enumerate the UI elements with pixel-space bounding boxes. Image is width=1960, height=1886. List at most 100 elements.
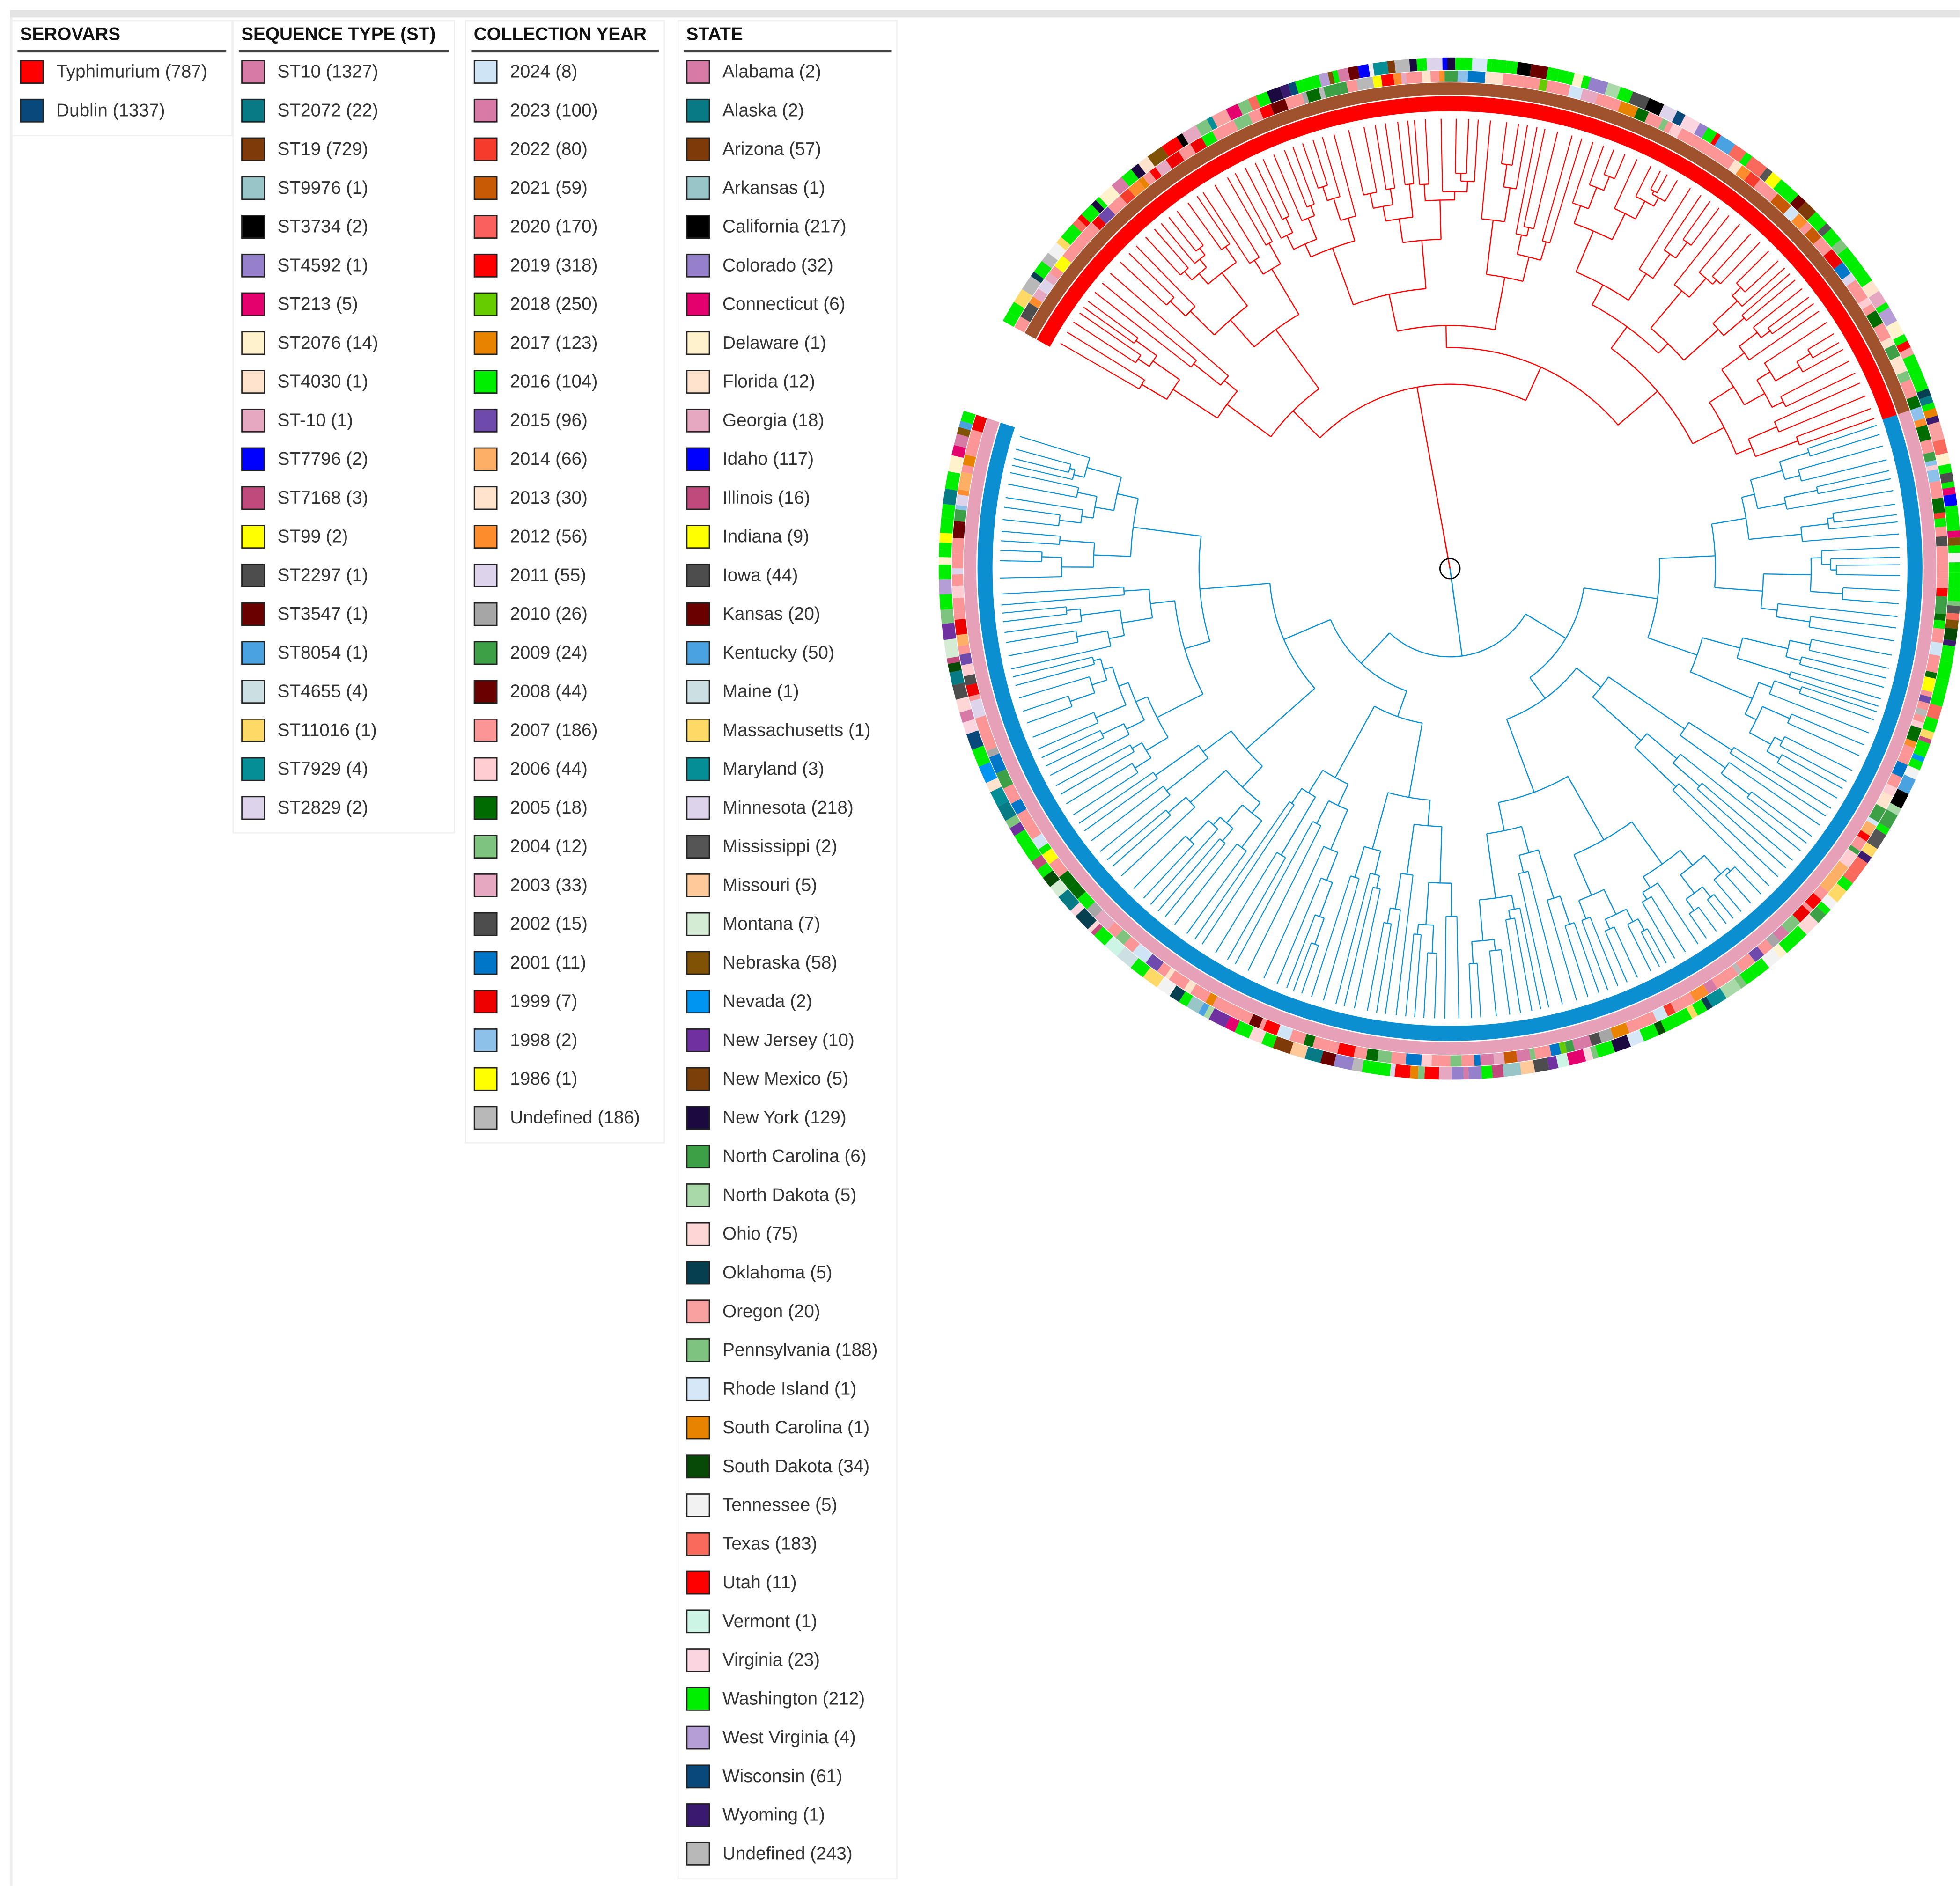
legend-item[interactable]: ST7168 (3) [239,478,449,517]
legend-item[interactable]: Alaska (2) [684,91,891,130]
legend-item[interactable]: New Mexico (5) [684,1060,891,1099]
legend-item[interactable]: Virginia (23) [684,1641,891,1680]
legend-item[interactable]: ST4592 (1) [239,246,449,285]
legend-item[interactable]: 2007 (186) [471,711,658,750]
legend-item[interactable]: Wyoming (1) [684,1796,891,1835]
legend-item[interactable]: ST2829 (2) [239,789,449,828]
legend-item[interactable]: ST99 (2) [239,517,449,556]
legend-item[interactable]: South Carolina (1) [684,1409,891,1447]
legend-item[interactable]: Florida (12) [684,362,891,401]
legend-item[interactable]: ST-10 (1) [239,401,449,440]
legend-item[interactable]: Ohio (75) [684,1215,891,1254]
legend-item[interactable]: Arizona (57) [684,130,891,169]
legend-item[interactable]: 2003 (33) [471,866,658,905]
legend-item[interactable]: 2024 (8) [471,52,658,91]
legend-item[interactable]: 2013 (30) [471,478,658,517]
tree-internal-branch [1790,640,1811,646]
legend-item[interactable]: Alabama (2) [684,52,891,91]
legend-item[interactable]: Kansas (20) [684,595,891,634]
legend-item[interactable]: Minnesota (218) [684,789,891,828]
legend-item[interactable]: Maine (1) [684,672,891,711]
legend-item[interactable]: ST2072 (22) [239,91,449,130]
legend-item[interactable]: Vermont (1) [684,1602,891,1641]
legend-item[interactable]: Pennsylvania (188) [684,1331,891,1370]
legend-item[interactable]: Dublin (1337) [17,91,226,130]
legend-item[interactable]: Kentucky (50) [684,633,891,672]
legend-item[interactable]: West Virginia (4) [684,1718,891,1757]
legend-item[interactable]: Nebraska (58) [684,944,891,983]
legend-item[interactable]: Connecticut (6) [684,285,891,324]
legend-item[interactable]: Oregon (20) [684,1292,891,1331]
legend-item[interactable]: Delaware (1) [684,323,891,362]
legend-item[interactable]: 2019 (318) [471,246,658,285]
legend-item[interactable]: Tennessee (5) [684,1486,891,1525]
legend-item[interactable]: Typhimurium (787) [17,52,226,91]
legend-item[interactable]: ST7796 (2) [239,440,449,479]
legend-item[interactable]: New Jersey (10) [684,1021,891,1060]
legend-item[interactable]: ST2076 (14) [239,323,449,362]
legend-item[interactable]: ST7929 (4) [239,750,449,789]
legend-item[interactable]: ST3734 (2) [239,207,449,246]
legend-item[interactable]: ST213 (5) [239,285,449,324]
legend-item[interactable]: 2021 (59) [471,169,658,207]
legend-item[interactable]: Massachusetts (1) [684,711,891,750]
top-scrollbar[interactable] [10,10,1960,18]
legend-item[interactable]: 2016 (104) [471,362,658,401]
legend-item[interactable]: Oklahoma (5) [684,1254,891,1292]
legend-item[interactable]: 2023 (100) [471,91,658,130]
legend-item[interactable]: Montana (7) [684,905,891,944]
legend-item[interactable]: Georgia (18) [684,401,891,440]
legend-item[interactable]: Missouri (5) [684,866,891,905]
legend-item[interactable]: ST9976 (1) [239,169,449,207]
legend-item[interactable]: Arkansas (1) [684,169,891,207]
legend-item[interactable]: ST4655 (4) [239,672,449,711]
legend-item[interactable]: 2022 (80) [471,130,658,169]
legend-item[interactable]: 2011 (55) [471,556,658,595]
legend-item[interactable]: 2020 (170) [471,207,658,246]
legend-item[interactable]: California (217) [684,207,891,246]
legend-item[interactable]: Texas (183) [684,1525,891,1563]
legend-item[interactable]: Washington (212) [684,1680,891,1718]
legend-item[interactable]: Idaho (117) [684,440,891,479]
legend-item[interactable]: Utah (11) [684,1563,891,1602]
legend-item[interactable]: 2005 (18) [471,789,658,828]
legend-item[interactable]: Wisconsin (61) [684,1757,891,1796]
legend-item[interactable]: ST19 (729) [239,130,449,169]
legend-item[interactable]: 2009 (24) [471,633,658,672]
legend-item[interactable]: 2004 (12) [471,827,658,866]
legend-item[interactable]: ST10 (1327) [239,52,449,91]
legend-item[interactable]: Maryland (3) [684,750,891,789]
tree-leaf [1573,991,1577,1001]
legend-item[interactable]: New York (129) [684,1099,891,1137]
legend-item[interactable]: 1986 (1) [471,1060,658,1099]
legend-item[interactable]: Indiana (9) [684,517,891,556]
legend-item[interactable]: Iowa (44) [684,556,891,595]
legend-item[interactable]: 2014 (66) [471,440,658,479]
legend-item[interactable]: ST3547 (1) [239,595,449,634]
legend-item[interactable]: ST2297 (1) [239,556,449,595]
legend-item[interactable]: ST4030 (1) [239,362,449,401]
legend-item[interactable]: 2010 (26) [471,595,658,634]
legend-item[interactable]: 2008 (44) [471,672,658,711]
legend-item[interactable]: Undefined (186) [471,1099,658,1137]
legend-item[interactable]: 2017 (123) [471,323,658,362]
legend-item[interactable]: Undefined (243) [684,1835,891,1873]
legend-item[interactable]: ST11016 (1) [239,711,449,750]
legend-item[interactable]: Illinois (16) [684,478,891,517]
legend-item[interactable]: 1998 (2) [471,1021,658,1060]
legend-item[interactable]: Rhode Island (1) [684,1370,891,1409]
legend-item[interactable]: Colorado (32) [684,246,891,285]
legend-item[interactable]: Mississippi (2) [684,827,891,866]
legend-item[interactable]: 2006 (44) [471,750,658,789]
legend-item[interactable]: 2015 (96) [471,401,658,440]
legend-item[interactable]: North Carolina (6) [684,1137,891,1176]
legend-item[interactable]: North Dakota (5) [684,1176,891,1215]
legend-item[interactable]: Nevada (2) [684,982,891,1021]
legend-item[interactable]: ST8054 (1) [239,633,449,672]
legend-item[interactable]: 2018 (250) [471,285,658,324]
legend-item[interactable]: 2002 (15) [471,905,658,944]
legend-item[interactable]: 2001 (11) [471,944,658,983]
legend-item[interactable]: 1999 (7) [471,982,658,1021]
legend-item[interactable]: 2012 (56) [471,517,658,556]
legend-item[interactable]: South Dakota (34) [684,1447,891,1486]
